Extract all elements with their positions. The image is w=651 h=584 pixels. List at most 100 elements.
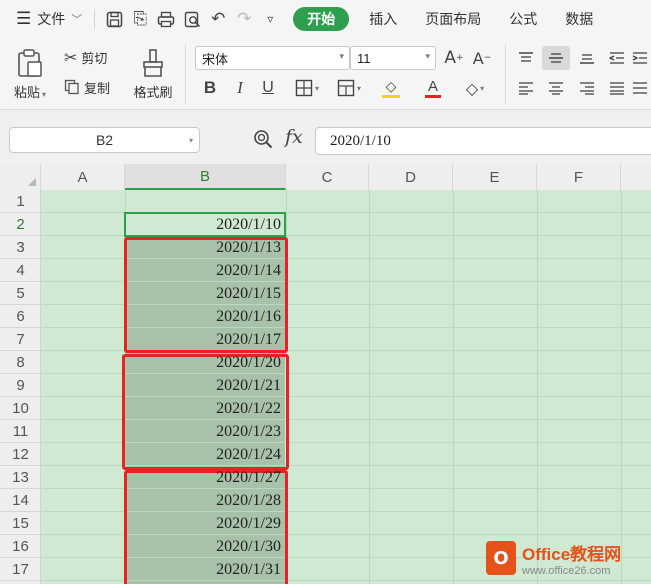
row-header-3[interactable]: 3: [0, 236, 41, 259]
tab-page-layout[interactable]: 页面布局: [411, 0, 495, 38]
font-name-value: 宋体: [202, 51, 229, 67]
align-right-button[interactable]: [575, 76, 599, 100]
column-header-d[interactable]: D: [369, 164, 453, 190]
cell-b4[interactable]: 2020/1/14: [125, 259, 285, 282]
row-header-8[interactable]: 8: [0, 351, 41, 374]
fill-color-button[interactable]: ◇: [372, 76, 410, 100]
cut-button[interactable]: ✂ 剪切: [64, 46, 122, 68]
font-color-button[interactable]: A: [414, 76, 452, 100]
name-box[interactable]: B2 ▾: [9, 127, 200, 153]
save-icon[interactable]: [101, 0, 127, 38]
cell-b14[interactable]: 2020/1/28: [125, 489, 285, 512]
cell-b15[interactable]: 2020/1/29: [125, 512, 285, 535]
chevron-down-icon: ▾: [42, 89, 47, 99]
cell-reference: B2: [95, 132, 114, 148]
column-header-c[interactable]: C: [286, 164, 369, 190]
fill-color-swatch: [382, 94, 400, 98]
tab-insert[interactable]: 插入: [355, 0, 411, 38]
export-icon[interactable]: ⎘: [127, 0, 153, 38]
column-header-a[interactable]: A: [41, 164, 125, 190]
increase-indent-button[interactable]: [632, 46, 651, 70]
align-middle-button[interactable]: [542, 46, 570, 70]
underline-button[interactable]: U: [256, 76, 280, 100]
align-center-button[interactable]: [544, 76, 568, 100]
print-icon[interactable]: [153, 0, 179, 38]
merge-cells-button[interactable]: ▾: [330, 76, 368, 100]
align-left-button[interactable]: [514, 76, 538, 100]
bold-button[interactable]: B: [198, 76, 222, 100]
watermark-title: Office教程网: [522, 544, 622, 564]
align-bottom-button[interactable]: [575, 46, 599, 70]
row-header-15[interactable]: 15: [0, 512, 41, 535]
row-header-16[interactable]: 16: [0, 535, 41, 558]
row-header-1[interactable]: 1: [0, 190, 41, 213]
gridline: [369, 190, 370, 584]
paint-bucket-icon: ◇: [385, 78, 397, 95]
borders-button[interactable]: ▾: [288, 76, 326, 100]
row-header-12[interactable]: 12: [0, 443, 41, 466]
cell-b13[interactable]: 2020/1/27: [125, 466, 285, 489]
ribbon-home: 粘贴 ▾ ✂ 剪切 复制 格式刷 宋体 ▾ 11 ▾ A + A − B I U ▾ …: [0, 38, 651, 110]
clear-format-button[interactable]: ◇ ▾: [456, 76, 494, 100]
chevron-down-icon: ▾: [314, 83, 319, 93]
tab-formulas[interactable]: 公式: [495, 0, 551, 38]
tab-data[interactable]: 数据: [551, 0, 607, 38]
copy-icon: [64, 79, 79, 95]
row-header-2[interactable]: 2: [0, 213, 41, 236]
font-name-select[interactable]: 宋体 ▾: [195, 46, 350, 70]
cell-b16[interactable]: 2020/1/30: [125, 535, 285, 558]
distributed-button[interactable]: [632, 76, 651, 100]
row-header-11[interactable]: 11: [0, 420, 41, 443]
cell-b12[interactable]: 2020/1/24: [125, 443, 285, 466]
cells-area[interactable]: 2020/1/10 2020/1/13 2020/1/14 2020/1/15 202…: [41, 190, 651, 584]
tab-home[interactable]: 开始: [293, 7, 350, 31]
align-top-button[interactable]: [514, 46, 538, 70]
fx-icon[interactable]: fx: [285, 126, 303, 148]
paste-button[interactable]: 粘贴 ▾: [8, 44, 52, 104]
active-cell-b2[interactable]: 2020/1/10: [124, 212, 286, 237]
file-menu-label: 文件: [37, 12, 66, 28]
column-header-f[interactable]: F: [537, 164, 621, 190]
decrease-font-size-button[interactable]: A −: [470, 46, 494, 70]
cell-b10[interactable]: 2020/1/22: [125, 397, 285, 420]
format-painter-button[interactable]: 格式刷: [128, 44, 178, 104]
cell-b9[interactable]: 2020/1/21: [125, 374, 285, 397]
redo-icon[interactable]: ↷: [231, 0, 257, 38]
decrease-indent-button[interactable]: [605, 46, 629, 70]
font-size-select[interactable]: 11 ▾: [350, 46, 436, 70]
cell-b2[interactable]: 2020/1/10: [125, 213, 285, 236]
row-header-17[interactable]: 17: [0, 558, 41, 581]
justify-button[interactable]: [605, 76, 629, 100]
chevron-down-icon: ▾: [480, 83, 485, 93]
divider: [94, 9, 96, 29]
row-header-4[interactable]: 4: [0, 259, 41, 282]
print-preview-icon[interactable]: [179, 0, 205, 38]
row-header-10[interactable]: 10: [0, 397, 41, 420]
formula-input[interactable]: 2020/1/10: [315, 127, 651, 155]
row-header-14[interactable]: 14: [0, 489, 41, 512]
cell-b17[interactable]: 2020/1/31: [125, 558, 285, 581]
cell-b5[interactable]: 2020/1/15: [125, 282, 285, 305]
undo-icon[interactable]: ↶: [205, 0, 231, 38]
file-menu-button[interactable]: ☰ 文件 ﹀: [0, 0, 88, 38]
row-header-5[interactable]: 5: [0, 282, 41, 305]
cell-b6[interactable]: 2020/1/16: [125, 305, 285, 328]
row-header-7[interactable]: 7: [0, 328, 41, 351]
row-header-13[interactable]: 13: [0, 466, 41, 489]
row-header-column: 1 2 3 4 5 6 7 8 9 10 11 12 13 14 15 16 17: [0, 190, 41, 584]
cell-b3[interactable]: 2020/1/13: [125, 236, 285, 259]
row-header-9[interactable]: 9: [0, 374, 41, 397]
magnifier-icon[interactable]: [253, 129, 273, 154]
column-header-b[interactable]: B: [125, 164, 286, 190]
increase-font-size-button[interactable]: A +: [442, 46, 466, 70]
column-header-e[interactable]: E: [453, 164, 537, 190]
select-all-corner[interactable]: [0, 164, 41, 190]
cell-b7[interactable]: 2020/1/17: [125, 328, 285, 351]
row-header-6[interactable]: 6: [0, 305, 41, 328]
cell-b11[interactable]: 2020/1/23: [125, 420, 285, 443]
more-dropdown-icon[interactable]: ▿: [257, 0, 283, 38]
watermark-url: www.office26.com: [522, 564, 611, 577]
italic-button[interactable]: I: [228, 76, 252, 100]
copy-button[interactable]: 复制: [64, 76, 122, 98]
cell-b8[interactable]: 2020/1/20: [125, 351, 285, 374]
